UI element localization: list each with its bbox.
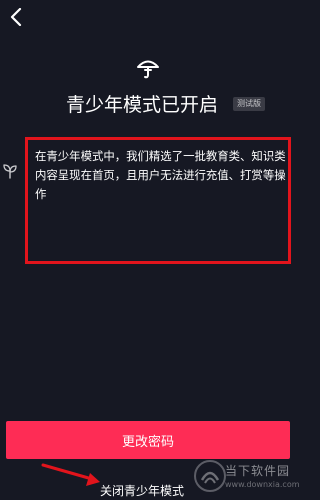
chevron-left-icon — [10, 8, 22, 26]
title-row: 青少年模式已开启 测试版 — [0, 92, 296, 118]
page-title: 青少年模式已开启 — [66, 94, 219, 116]
close-teen-mode-link[interactable]: 关闭青少年模式 — [100, 482, 184, 499]
change-password-button[interactable]: 更改密码 — [6, 421, 290, 459]
back-button[interactable] — [8, 6, 24, 28]
watermark: 当下软件园 www.downxia.com — [192, 456, 300, 498]
watermark-subtext: www.downxia.com — [225, 480, 300, 489]
description-text: 在青少年模式中，我们精选了一批教育类、知识类内容呈现在首页，且用户无法进行充值、… — [35, 149, 286, 201]
beta-badge: 测试版 — [233, 97, 265, 111]
red-arrow-annotation — [41, 463, 100, 486]
umbrella-icon — [137, 60, 159, 79]
teen-mode-screen: 青少年模式已开启 测试版 在青少年模式中，我们精选了一批教育类、知识类内容呈现在… — [0, 0, 300, 500]
watermark-text: 当下软件园 — [225, 464, 291, 478]
description-highlight-box: 在青少年模式中，我们精选了一批教育类、知识类内容呈现在首页，且用户无法进行充值、… — [25, 137, 291, 264]
sprout-icon — [3, 164, 17, 179]
watermark-logo-icon — [194, 460, 226, 492]
